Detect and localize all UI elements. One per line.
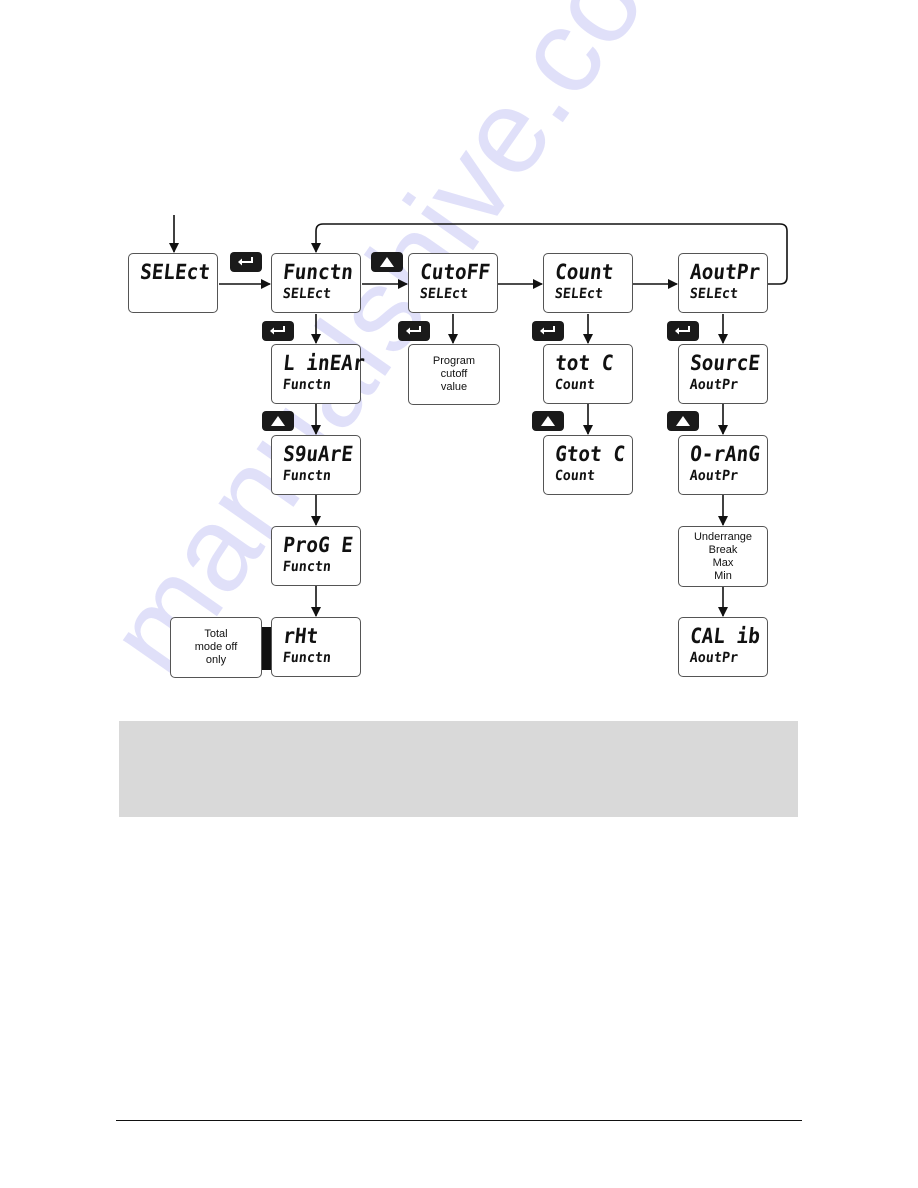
- note-line: only: [205, 654, 227, 666]
- display-linear: L inEAr Functn: [271, 344, 366, 404]
- up-arrow-key-icon: [371, 252, 403, 272]
- manual-page: manualshive.com SELEct Functn SELEct Cut…: [0, 0, 918, 1188]
- note-program-cutoff: Program cutoff value: [408, 344, 500, 405]
- display-line2: Functn: [282, 468, 332, 484]
- display-line1: SourcE: [689, 351, 762, 375]
- display-line2: Functn: [282, 559, 332, 575]
- note-line: mode off: [194, 641, 238, 653]
- display-aoutpr-select: AoutPr SELEct: [678, 253, 768, 313]
- display-line2: SELEct: [554, 286, 604, 302]
- display-line2: AoutPr: [689, 650, 739, 666]
- display-line1: SELEct: [139, 260, 212, 284]
- display-square: S9uArE Functn: [271, 435, 361, 495]
- display-line1: CutoFF: [419, 260, 492, 284]
- display-line2: Count: [554, 377, 596, 393]
- display-line2: SELEct: [282, 286, 332, 302]
- enter-key-icon: [532, 321, 564, 341]
- display-line1: Count: [554, 260, 615, 284]
- display-line2: SELEct: [689, 286, 739, 302]
- up-arrow-key-icon: [532, 411, 564, 431]
- up-arrow-key-icon: [667, 411, 699, 431]
- display-line1: S9uArE: [282, 442, 355, 466]
- connector-bar: [262, 627, 271, 670]
- display-count-select: Count SELEct: [543, 253, 633, 313]
- display-line1: Functn: [282, 260, 355, 284]
- display-line2: AoutPr: [689, 468, 739, 484]
- enter-key-icon: [667, 321, 699, 341]
- display-line1: L inEAr: [282, 351, 366, 375]
- display-select: SELEct: [128, 253, 218, 313]
- display-cutoff-select: CutoFF SELEct: [408, 253, 498, 313]
- display-line1: ProG E: [282, 533, 355, 557]
- up-arrow-key-icon: [262, 411, 294, 431]
- display-line2: Functn: [282, 650, 332, 666]
- display-orang: O-rAnG AoutPr: [678, 435, 768, 495]
- display-line2: AoutPr: [689, 377, 739, 393]
- enter-key-icon: [230, 252, 262, 272]
- note-line: Break: [708, 543, 738, 556]
- display-proge: ProG E Functn: [271, 526, 361, 586]
- display-rht: rHt Functn: [271, 617, 361, 677]
- display-line2: Functn: [282, 377, 332, 393]
- note-line: Min: [714, 569, 732, 582]
- display-source: SourcE AoutPr: [678, 344, 768, 404]
- display-line1: AoutPr: [689, 260, 762, 284]
- display-line1: rHt: [282, 624, 320, 648]
- display-line2: SELEct: [419, 286, 469, 302]
- note-panel: [119, 721, 798, 817]
- display-gtotc: Gtot C Count: [543, 435, 633, 495]
- display-functn-select: Functn SELEct: [271, 253, 361, 313]
- note-line: Total: [204, 628, 228, 640]
- footer-divider: [116, 1120, 802, 1121]
- note-total-mode-off: Total mode off only: [170, 617, 262, 678]
- display-line1: tot C: [554, 351, 615, 375]
- enter-key-icon: [262, 321, 294, 341]
- note-line: Max: [712, 556, 734, 569]
- note-line: Program: [432, 355, 476, 367]
- display-line2: Count: [554, 468, 596, 484]
- note-line: Underrange: [693, 530, 753, 543]
- display-line1: CAL ib: [689, 624, 762, 648]
- enter-key-icon: [398, 321, 430, 341]
- display-totc: tot C Count: [543, 344, 633, 404]
- note-line: value: [440, 381, 468, 393]
- note-line: cutoff: [440, 368, 468, 380]
- display-calib: CAL ib AoutPr: [678, 617, 768, 677]
- display-line1: Gtot C: [554, 442, 627, 466]
- note-outrange-options: Underrange Break Max Min: [678, 526, 768, 587]
- flow-connectors: [169, 215, 788, 617]
- display-line1: O-rAnG: [689, 442, 762, 466]
